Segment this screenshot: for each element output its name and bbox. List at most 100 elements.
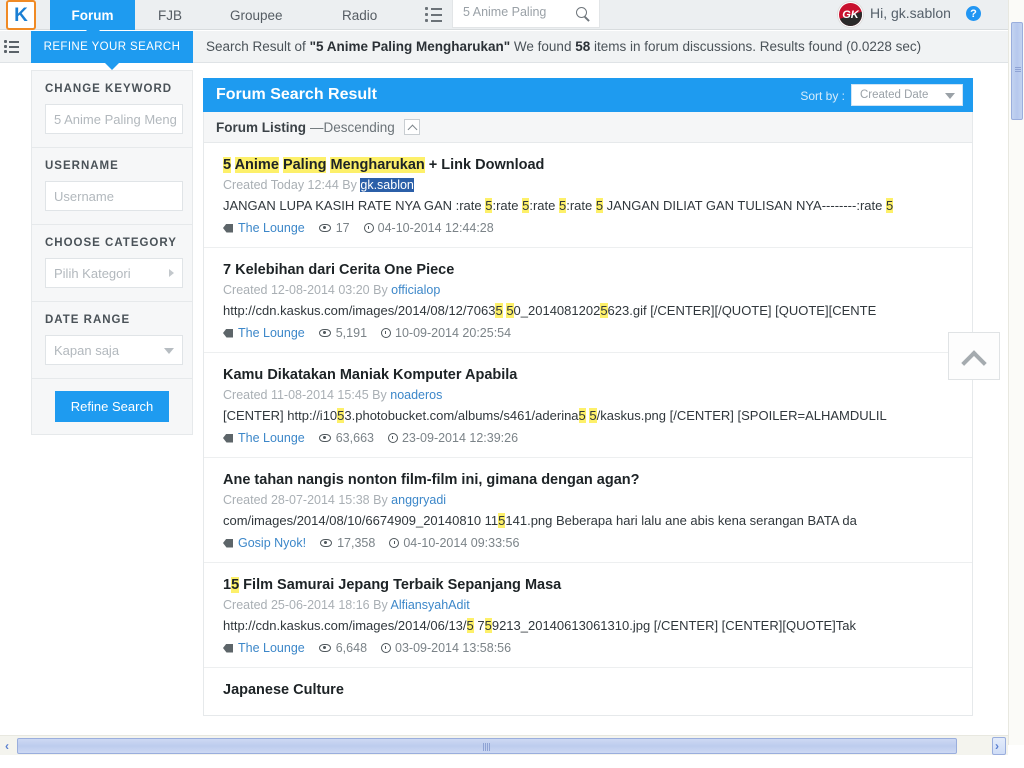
result-views: 6,648 xyxy=(318,641,368,655)
summary-prefix: Search Result of xyxy=(206,39,310,54)
search-input[interactable]: 5 Anime Paling xyxy=(463,5,546,19)
result-item[interactable]: 5 Anime Paling Mengharukan + Link Downlo… xyxy=(204,143,972,248)
refine-your-search-tab[interactable]: REFINE YOUR SEARCH xyxy=(31,31,193,70)
result-views-count: 6,648 xyxy=(335,641,368,655)
highlight-term: 5 xyxy=(231,577,240,593)
vertical-scrollbar[interactable] xyxy=(1008,0,1024,745)
avatar[interactable]: GK xyxy=(838,2,863,27)
result-author-link[interactable]: noaderos xyxy=(390,388,442,402)
summary-suffix: items in forum discussions. Results foun… xyxy=(590,39,922,54)
result-category[interactable]: The Lounge xyxy=(223,326,305,340)
kaskus-logo-icon[interactable]: K xyxy=(6,0,36,30)
nav-tab-groupee[interactable]: Groupee xyxy=(218,0,295,30)
result-category[interactable]: The Lounge xyxy=(223,431,305,445)
choose-category-value: Pilih Kategori xyxy=(54,265,131,281)
sort-by-select[interactable]: Created Date xyxy=(851,84,963,106)
nav-tab-radio-label: Radio xyxy=(342,7,378,23)
refine-search-button[interactable]: Refine Search xyxy=(54,391,170,422)
clock-icon xyxy=(387,433,398,443)
scroll-right-button[interactable]: › xyxy=(992,739,1002,753)
highlight-term: 5 xyxy=(885,198,894,213)
bottom-filler xyxy=(0,755,1024,768)
nav-tab-radio[interactable]: Radio xyxy=(330,0,389,30)
search-icon[interactable] xyxy=(576,7,587,18)
scroll-left-button[interactable]: ‹ xyxy=(2,739,12,753)
snippet-text: :rate xyxy=(529,198,559,213)
result-category[interactable]: The Lounge xyxy=(223,641,305,655)
eye-icon xyxy=(320,539,333,547)
nav-tab-forum-label: Forum xyxy=(71,7,114,23)
created-text: Created 11-08-2014 15:45 By xyxy=(223,388,391,402)
nav-tab-forum[interactable]: Forum xyxy=(50,0,135,37)
vertical-scroll-thumb[interactable] xyxy=(1011,22,1023,120)
forum-listing-bar: Forum Listing — Descending xyxy=(203,112,973,143)
result-title[interactable]: Kamu Dikatakan Maniak Komputer Apabila xyxy=(223,367,956,383)
result-title[interactable]: 5 Anime Paling Mengharukan + Link Downlo… xyxy=(223,157,956,173)
result-author-link[interactable]: gk.sablon xyxy=(360,178,414,192)
result-title[interactable]: 7 Kelebihan dari Cerita One Piece xyxy=(223,262,956,278)
result-title[interactable]: 15 Film Samurai Jepang Terbaik Sepanjang… xyxy=(223,577,956,593)
highlight-term: 5 xyxy=(223,157,232,173)
results-list: 5 Anime Paling Mengharukan + Link Downlo… xyxy=(203,143,973,716)
result-meta: The Lounge 63,663 23-09-2014 12:39:26 xyxy=(223,431,956,445)
result-item[interactable]: 15 Film Samurai Jepang Terbaik Sepanjang… xyxy=(204,563,972,668)
result-title[interactable]: Japanese Culture xyxy=(223,682,956,698)
snippet-text: http://cdn.kaskus.com/images/2014/08/12/… xyxy=(223,303,496,318)
horizontal-scroll-thumb[interactable] xyxy=(17,738,957,754)
title-text: Kamu Dikatakan Maniak Komputer Apabila xyxy=(223,367,518,383)
result-snippet: http://cdn.kaskus.com/images/2014/08/12/… xyxy=(223,303,956,318)
username-input[interactable]: Username xyxy=(45,181,183,211)
logo-letter: K xyxy=(14,4,28,26)
snippet-text: 9213_20140613061310.jpg [/CENTER] [CENTE… xyxy=(491,618,857,633)
clock-icon xyxy=(381,328,392,338)
result-item[interactable]: Ane tahan nangis nonton film-film ini, g… xyxy=(204,458,972,563)
change-keyword-input[interactable]: 5 Anime Paling Meng xyxy=(45,104,183,134)
tag-icon xyxy=(223,538,233,548)
horizontal-scrollbar[interactable]: ‹ › xyxy=(0,735,1008,755)
main-panel: Forum Search Result Sort by : Created Da… xyxy=(203,78,973,716)
choose-category-select[interactable]: Pilih Kategori xyxy=(45,258,183,288)
title-text: Film Samurai Jepang Terbaik Sepanjang Ma… xyxy=(239,577,562,593)
snippet-text: 7 xyxy=(473,618,485,633)
result-author-link[interactable]: anggryadi xyxy=(391,493,446,507)
result-item[interactable]: Kamu Dikatakan Maniak Komputer Apabila Cr… xyxy=(204,353,972,458)
result-author-link[interactable]: AlfiansyahAdit xyxy=(390,598,469,612)
result-meta: The Lounge 6,648 03-09-2014 13:58:56 xyxy=(223,641,956,655)
eye-icon xyxy=(318,329,331,337)
date-range-select[interactable]: Kapan saja xyxy=(45,335,183,365)
scroll-down-button[interactable] xyxy=(1011,728,1023,741)
result-date-text: 04-10-2014 12:44:28 xyxy=(377,221,494,235)
list-icon[interactable] xyxy=(425,7,442,22)
user-greeting[interactable]: Hi, gk.sablon xyxy=(870,5,951,21)
result-category-label: The Lounge xyxy=(238,431,305,445)
result-category-label: The Lounge xyxy=(238,326,305,340)
eye-icon xyxy=(318,644,331,652)
back-to-top-button[interactable] xyxy=(948,332,1000,380)
result-category[interactable]: Gosip Nyok! xyxy=(223,536,306,550)
chevron-up-icon[interactable] xyxy=(403,119,420,135)
tag-icon xyxy=(223,433,233,443)
result-author-link[interactable]: officialop xyxy=(391,283,440,297)
sidebar-group-date-range: DATE RANGE Kapan saja xyxy=(32,302,192,379)
sidebar-group-choose-category: CHOOSE CATEGORY Pilih Kategori xyxy=(32,225,192,302)
result-item[interactable]: 7 Kelebihan dari Cerita One Piece Created… xyxy=(204,248,972,353)
snippet-text: http://cdn.kaskus.com/images/2014/06/13/ xyxy=(223,618,467,633)
refine-tab-label: REFINE YOUR SEARCH xyxy=(43,41,181,53)
scroll-up-button[interactable] xyxy=(1011,4,1023,17)
result-meta: The Lounge 5,191 10-09-2014 20:25:54 xyxy=(223,326,956,340)
result-snippet: http://cdn.kaskus.com/images/2014/06/13/… xyxy=(223,618,956,633)
snippet-text: /kaskus.png [/CENTER] [SPOILER=ALHAMDULI… xyxy=(596,408,887,423)
result-title[interactable]: Ane tahan nangis nonton film-film ini, g… xyxy=(223,472,956,488)
result-category[interactable]: The Lounge xyxy=(223,221,305,235)
highlight-term: 5 xyxy=(506,303,514,318)
sort-by-value: Created Date xyxy=(860,89,929,101)
help-icon[interactable]: ? xyxy=(966,6,981,21)
hamburger-icon[interactable] xyxy=(4,40,19,53)
result-item[interactable]: Japanese Culture xyxy=(204,668,972,715)
search-box[interactable]: 5 Anime Paling xyxy=(452,0,600,28)
summary-count: 58 xyxy=(575,39,591,54)
nav-tab-fjb[interactable]: FJB xyxy=(146,0,194,30)
snippet-text: :rate xyxy=(492,198,523,213)
snippet-text: [CENTER] http://i10 xyxy=(223,408,338,423)
avatar-initials: GK xyxy=(842,8,859,21)
